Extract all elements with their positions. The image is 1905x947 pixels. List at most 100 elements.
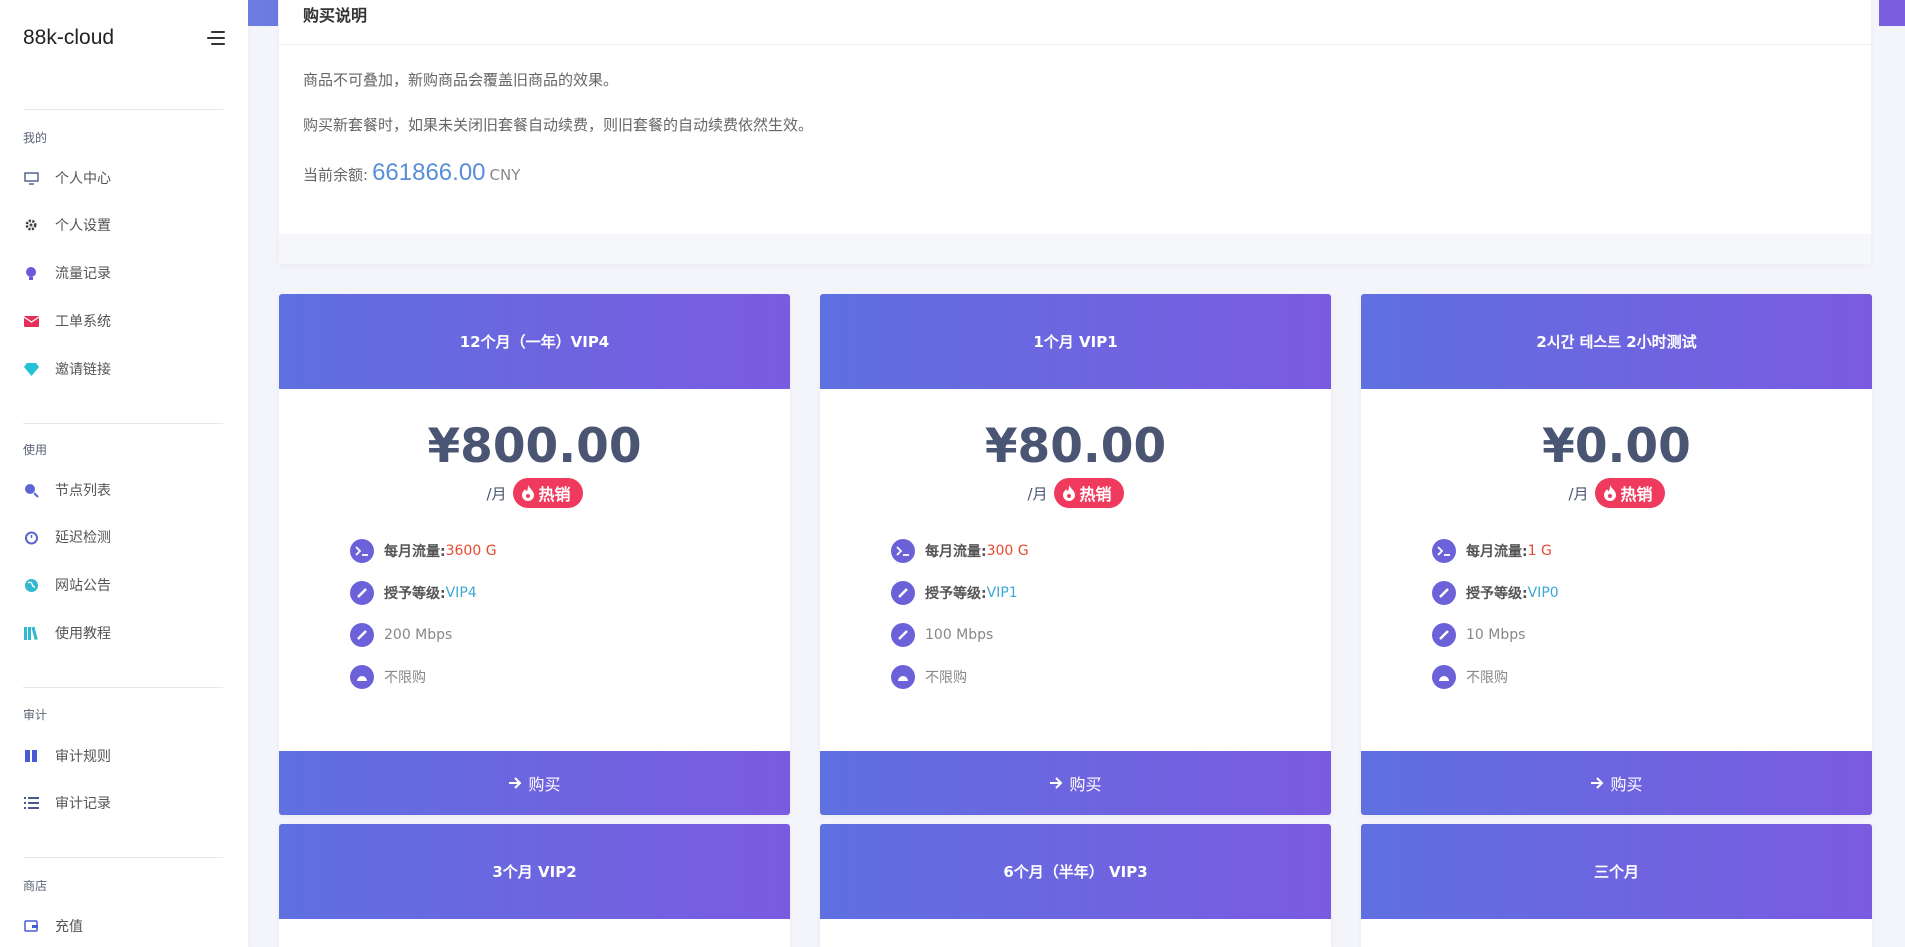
arrow-right-icon: [509, 777, 522, 789]
plan-title: 6个月（半年） VIP3: [820, 824, 1331, 919]
sidebar-item-invite[interactable]: 邀请链接: [23, 356, 223, 382]
fire-icon: [1603, 485, 1616, 501]
feature-level: 授予等级: VIP0: [1432, 572, 1872, 614]
sidebar-item-recharge[interactable]: 充值: [23, 913, 223, 939]
sidebar-item-nodes[interactable]: 节点列表: [23, 477, 223, 503]
envelope-icon: [23, 313, 39, 329]
sidebar-item-label: 审计记录: [55, 796, 111, 812]
fire-icon: [521, 485, 534, 501]
sidebar-item-announcements[interactable]: 网站公告: [23, 572, 223, 598]
feature-level: 授予等级: VIP4: [350, 572, 790, 614]
plan-card: 2시간 테스트 2小时测试 ¥0.00 /月 热销 每月流量: 1 G 授予等级…: [1361, 294, 1872, 815]
buy-label: 购买: [1610, 775, 1643, 794]
plan-card: 三个月: [1361, 824, 1872, 947]
dome-icon: [891, 665, 915, 689]
section-title-audit: 审计: [23, 708, 48, 722]
hot-badge: 热销: [1594, 478, 1665, 508]
menu-toggle-icon[interactable]: [205, 30, 225, 46]
sidebar-item-label: 审计规则: [55, 749, 111, 765]
feature-value: VIP4: [445, 585, 477, 601]
sidebar-item-audit-rules[interactable]: 审计规则: [23, 743, 223, 769]
sidebar-item-label: 邀请链接: [55, 362, 111, 378]
feature-speed: 200 Mbps: [350, 614, 790, 656]
sidebar-item-traffic[interactable]: 流量记录: [23, 260, 223, 286]
pen-icon: [891, 581, 915, 605]
feature-label: 每月流量:: [1466, 544, 1528, 560]
pen-icon: [1432, 623, 1456, 647]
sidebar-item-label: 充值: [55, 919, 83, 935]
wallet-icon: [23, 918, 39, 934]
section-title-use: 使用: [23, 443, 48, 457]
feature-limit: 不限购: [891, 656, 1331, 698]
plan-price: ¥0.00: [1542, 419, 1691, 474]
monitor-icon: [23, 170, 39, 186]
plan-period: /月: [1027, 484, 1048, 503]
feature-value: 10 Mbps: [1466, 627, 1526, 643]
feature-label: 授予等级:: [925, 586, 987, 602]
feature-value: 不限购: [384, 670, 426, 686]
sidebar-item-label: 工单系统: [55, 314, 111, 330]
fire-icon: [1062, 485, 1075, 501]
sidebar-item-profile[interactable]: 个人中心: [23, 165, 223, 191]
feature-value: 300 G: [986, 543, 1029, 559]
plan-price: ¥80.00: [984, 419, 1167, 474]
alarm-icon: [23, 529, 39, 545]
plan-card: 3个月 VIP2: [279, 824, 790, 947]
sidebar-item-label: 网站公告: [55, 578, 111, 594]
pen-icon: [891, 623, 915, 647]
feature-label: 每月流量:: [925, 544, 987, 560]
sidebar-item-tutorials[interactable]: 使用教程: [23, 620, 223, 646]
terminal-icon: [891, 539, 915, 563]
balance-label: 当前余额:: [303, 166, 369, 184]
bulb-icon: [23, 265, 39, 281]
buy-button[interactable]: 购买: [820, 751, 1331, 815]
terminal-icon: [350, 539, 374, 563]
sidebar-item-audit-log[interactable]: 审计记录: [23, 790, 223, 816]
feature-value: 100 Mbps: [925, 627, 994, 643]
buy-label: 购买: [1069, 775, 1102, 794]
sidebar-item-tickets[interactable]: 工单系统: [23, 308, 223, 334]
purchase-info-title: 购买说明: [279, 0, 1871, 45]
sidebar-item-label: 节点列表: [55, 483, 111, 499]
dome-icon: [350, 665, 374, 689]
feature-speed: 100 Mbps: [891, 614, 1331, 656]
plan-title: 1个月 VIP1: [820, 294, 1331, 389]
brand-logo[interactable]: 88k-cloud: [23, 26, 114, 50]
feature-speed: 10 Mbps: [1432, 614, 1872, 656]
buy-button[interactable]: 购买: [1361, 751, 1872, 815]
feature-value: VIP0: [1527, 585, 1559, 601]
feature-traffic: 每月流量: 1 G: [1432, 530, 1872, 572]
sidebar-item-latency[interactable]: 延迟检测: [23, 524, 223, 550]
plan-period: /月: [1568, 484, 1589, 503]
book-icon: [23, 748, 39, 764]
plan-title: 2시간 테스트 2小时测试: [1361, 294, 1872, 389]
globe-search-icon: [23, 482, 39, 498]
main-content: 购买说明 商品不可叠加，新购商品会覆盖旧商品的效果。 购买新套餐时，如果未关闭旧…: [248, 0, 1905, 947]
purchase-info-line: 购买新套餐时，如果未关闭旧套餐自动续费，则旧套餐的自动续费依然生效。: [303, 116, 814, 134]
buy-label: 购买: [528, 775, 561, 794]
feature-label: 授予等级:: [384, 586, 446, 602]
header-accent: [1879, 0, 1905, 26]
feature-limit: 不限购: [350, 656, 790, 698]
purchase-info-line: 商品不可叠加，新购商品会覆盖旧商品的效果。: [303, 71, 619, 89]
plan-card: 1个月 VIP1 ¥80.00 /月 热销 每月流量: 300 G 授予等级: …: [820, 294, 1331, 815]
sidebar-item-label: 流量记录: [55, 266, 111, 282]
hot-badge: 热销: [512, 478, 583, 508]
pen-icon: [350, 581, 374, 605]
feature-value: 不限购: [1466, 670, 1508, 686]
hot-label: 热销: [538, 485, 571, 504]
sidebar-item-label: 延迟检测: [55, 530, 111, 546]
feature-level: 授予等级: VIP1: [891, 572, 1331, 614]
buy-button[interactable]: 购买: [279, 751, 790, 815]
feature-limit: 不限购: [1432, 656, 1872, 698]
balance-amount: 661866.00: [372, 159, 486, 186]
plan-title: 12个月（一年）VIP4: [279, 294, 790, 389]
divider: [23, 109, 223, 110]
feature-value: 200 Mbps: [384, 627, 453, 643]
gear-icon: [23, 217, 39, 233]
divider: [23, 687, 223, 688]
plan-period: /月: [486, 484, 507, 503]
section-title-shop: 商店: [23, 879, 48, 893]
sidebar-item-label: 个人设置: [55, 218, 111, 234]
sidebar-item-settings[interactable]: 个人设置: [23, 212, 223, 238]
